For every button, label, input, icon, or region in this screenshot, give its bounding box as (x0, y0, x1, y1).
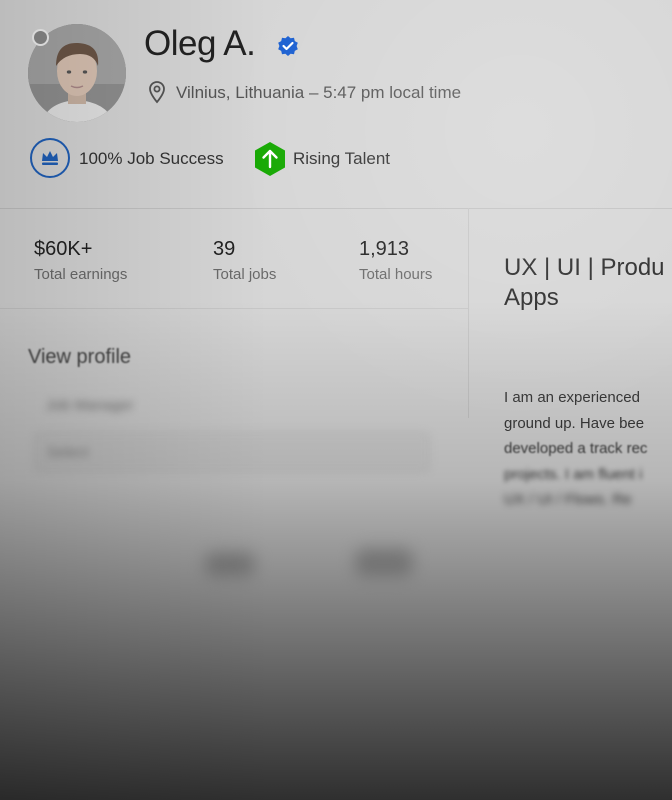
select-value: Select (47, 444, 89, 461)
profile-headline: UX | UI | Produ Apps (504, 253, 672, 313)
location-and-local-time: Vilnius, Lithuania – 5:47 pm local time (176, 83, 462, 102)
online-status-dot (32, 29, 49, 46)
stats-divider (0, 308, 468, 309)
description-line: I am an experienced (504, 389, 640, 406)
total-hours-label: Total hours (359, 266, 433, 283)
freelancer-name: Oleg A. (144, 24, 256, 63)
view-profile-link[interactable]: View profile (28, 346, 131, 369)
rising-talent-label: Rising Talent (293, 149, 391, 168)
description-line: ground up. Have bee (504, 414, 645, 432)
column-divider (468, 208, 469, 418)
blurred-action[interactable] (205, 552, 255, 576)
arrow-up-icon (255, 142, 285, 176)
freelancer-profile-card: Oleg A. Vilnius, Lithuania – 5:47 pm loc… (0, 0, 672, 800)
select-label: Job Manager (46, 397, 134, 414)
job-success-badge (30, 138, 70, 178)
profile-description: I am an experienced ground up. Have bee … (504, 385, 672, 513)
description-line: developed a track rec (504, 440, 648, 457)
total-jobs-label: Total jobs (213, 266, 277, 283)
profile-select-dropdown[interactable]: Select (34, 432, 430, 472)
crown-icon (42, 151, 58, 165)
total-earnings-value: $60K+ (34, 238, 93, 260)
headline-line: Apps (504, 284, 559, 311)
headline-line: UX | UI | Produ (504, 254, 665, 281)
location-pin-icon (149, 81, 165, 104)
description-line: projects. I am fluent i (504, 465, 643, 483)
blurred-action[interactable] (355, 548, 413, 576)
job-success-label: 100% Job Success (79, 149, 224, 168)
total-hours-value: 1,913 (359, 238, 410, 260)
verified-badge-icon (278, 36, 298, 56)
total-jobs-value: 39 (213, 238, 236, 260)
total-earnings-label: Total earnings (34, 266, 128, 283)
description-line: UX / UI / Flows. Re (504, 491, 632, 508)
section-divider (0, 208, 672, 209)
